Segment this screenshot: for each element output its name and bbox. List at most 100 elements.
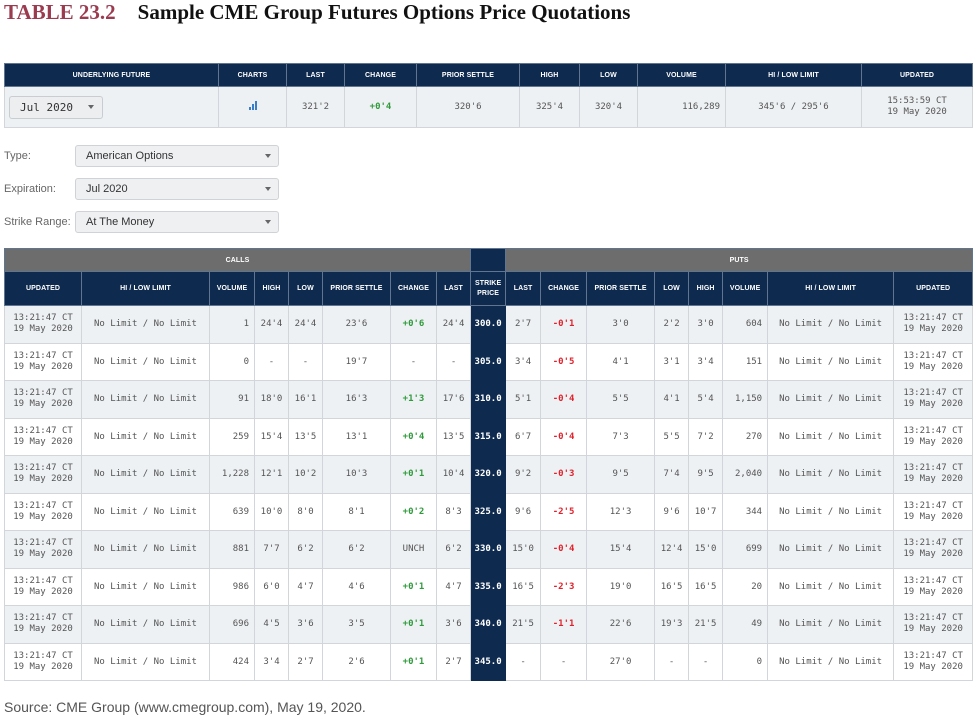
put-volume: 1,150 (722, 380, 769, 419)
call-updated-date: 19 May 2020 (13, 549, 73, 560)
calls-header-hi-low-limit: HI / LOW LIMIT (81, 271, 210, 306)
call-updated: 13:21:47 CT 19 May 2020 (4, 605, 82, 644)
strike-range-select[interactable]: At The Money (75, 211, 279, 233)
call-change: - (390, 342, 437, 381)
put-high: 16'5 (688, 567, 724, 606)
call-high: 15'4 (254, 417, 289, 456)
call-change: +1'3 (390, 380, 437, 419)
expiration-select-value: Jul 2020 (86, 183, 128, 195)
strike-price: 320.0 (470, 455, 507, 494)
put-updated-time: 13:21:47 CT (903, 538, 963, 549)
call-last: - (435, 342, 472, 381)
header-prior-settle: PRIOR SETTLE (416, 63, 520, 87)
call-low: 10'2 (288, 455, 323, 494)
strike-range-select-value: At The Money (86, 216, 155, 228)
call-high: 4'5 (254, 605, 289, 644)
call-last: 17'6 (435, 380, 472, 419)
put-volume: 2,040 (722, 455, 769, 494)
put-change: -2'5 (540, 492, 588, 531)
calls-header-low: LOW (288, 271, 323, 306)
header-hi-low-limit: HI / LOW LIMIT (725, 63, 862, 87)
calls-header-updated: UPDATED (4, 271, 82, 306)
call-updated-date: 19 May 2020 (13, 361, 73, 372)
call-prior-settle: 19'7 (322, 342, 391, 381)
call-change: +0'4 (390, 417, 437, 456)
option-row: 13:21:47 CT 19 May 2020 No Limit / No Limi… (4, 305, 974, 344)
put-last: 3'4 (505, 342, 542, 381)
put-updated-date: 19 May 2020 (903, 399, 963, 410)
type-select[interactable]: American Options (75, 145, 279, 167)
put-high: - (688, 642, 724, 681)
calls-header-high: HIGH (254, 271, 289, 306)
put-updated-time: 13:21:47 CT (903, 463, 963, 474)
call-hi-low-limit: No Limit / No Limit (81, 567, 210, 606)
put-hi-low-limit: No Limit / No Limit (767, 380, 895, 419)
call-hi-low-limit: No Limit / No Limit (81, 380, 210, 419)
put-updated-date: 19 May 2020 (903, 624, 963, 635)
call-change: +0'1 (390, 642, 437, 681)
put-prior-settle: 7'3 (586, 417, 656, 456)
call-updated-date: 19 May 2020 (13, 324, 73, 335)
put-high: 15'0 (688, 530, 724, 569)
put-updated-time: 13:21:47 CT (903, 313, 963, 324)
call-hi-low-limit: No Limit / No Limit (81, 342, 210, 381)
put-last: 15'0 (505, 530, 542, 569)
call-hi-low-limit: No Limit / No Limit (81, 530, 210, 569)
call-hi-low-limit: No Limit / No Limit (81, 417, 210, 456)
put-volume: 151 (722, 342, 769, 381)
put-updated-date: 19 May 2020 (903, 661, 963, 672)
call-volume: 696 (209, 605, 255, 644)
call-prior-settle: 8'1 (322, 492, 391, 531)
put-low: 16'5 (654, 567, 690, 606)
chevron-down-icon (88, 105, 94, 109)
call-updated-date: 19 May 2020 (13, 436, 73, 447)
expiration-select[interactable]: Jul 2020 (75, 178, 279, 200)
call-updated-time: 13:21:47 CT (13, 500, 73, 511)
put-high: 3'0 (688, 305, 724, 344)
put-prior-settle: 27'0 (586, 642, 656, 681)
put-updated: 13:21:47 CT 19 May 2020 (893, 455, 974, 494)
call-high: 24'4 (254, 305, 289, 344)
put-volume: 20 (722, 567, 769, 606)
header-charts: CHARTS (218, 63, 287, 87)
put-updated-time: 13:21:47 CT (903, 500, 963, 511)
put-prior-settle: 3'0 (586, 305, 656, 344)
call-updated-time: 13:21:47 CT (13, 463, 73, 474)
call-high: 12'1 (254, 455, 289, 494)
call-last: 3'6 (435, 605, 472, 644)
put-updated-date: 19 May 2020 (903, 586, 963, 597)
bar-chart-icon[interactable] (248, 101, 257, 110)
put-updated-date: 19 May 2020 (903, 436, 963, 447)
header-underlying-future: UNDERLYING FUTURE (4, 63, 219, 87)
header-volume: VOLUME (637, 63, 726, 87)
put-volume: 49 (722, 605, 769, 644)
strike-price: 335.0 (470, 567, 507, 606)
option-row: 13:21:47 CT 19 May 2020 No Limit / No Limi… (4, 380, 974, 419)
call-updated-time: 13:21:47 CT (13, 650, 73, 661)
call-updated: 13:21:47 CT 19 May 2020 (4, 417, 82, 456)
call-updated-date: 19 May 2020 (13, 586, 73, 597)
call-updated-date: 19 May 2020 (13, 624, 73, 635)
put-updated: 13:21:47 CT 19 May 2020 (893, 492, 974, 531)
contract-select[interactable]: Jul 2020 (9, 95, 103, 119)
call-last: 13'5 (435, 417, 472, 456)
call-low: 4'7 (288, 567, 323, 606)
put-last: 6'7 (505, 417, 542, 456)
strike-group-header (470, 248, 507, 272)
filter-strike-range: Strike Range: At The Money (4, 211, 279, 233)
header-low: LOW (579, 63, 638, 87)
put-hi-low-limit: No Limit / No Limit (767, 567, 895, 606)
put-last: 9'6 (505, 492, 542, 531)
strike-price: 325.0 (470, 492, 507, 531)
puts-header-change: CHANGE (540, 271, 588, 306)
header-last: LAST (286, 63, 345, 87)
call-low: - (288, 342, 323, 381)
put-volume: 699 (722, 530, 769, 569)
call-volume: 1,228 (209, 455, 255, 494)
option-row: 13:21:47 CT 19 May 2020 No Limit / No Limi… (4, 417, 974, 456)
call-updated: 13:21:47 CT 19 May 2020 (4, 455, 82, 494)
put-updated-date: 19 May 2020 (903, 474, 963, 485)
call-prior-settle: 3'5 (322, 605, 391, 644)
call-updated: 13:21:47 CT 19 May 2020 (4, 342, 82, 381)
future-last: 321'2 (286, 86, 345, 128)
